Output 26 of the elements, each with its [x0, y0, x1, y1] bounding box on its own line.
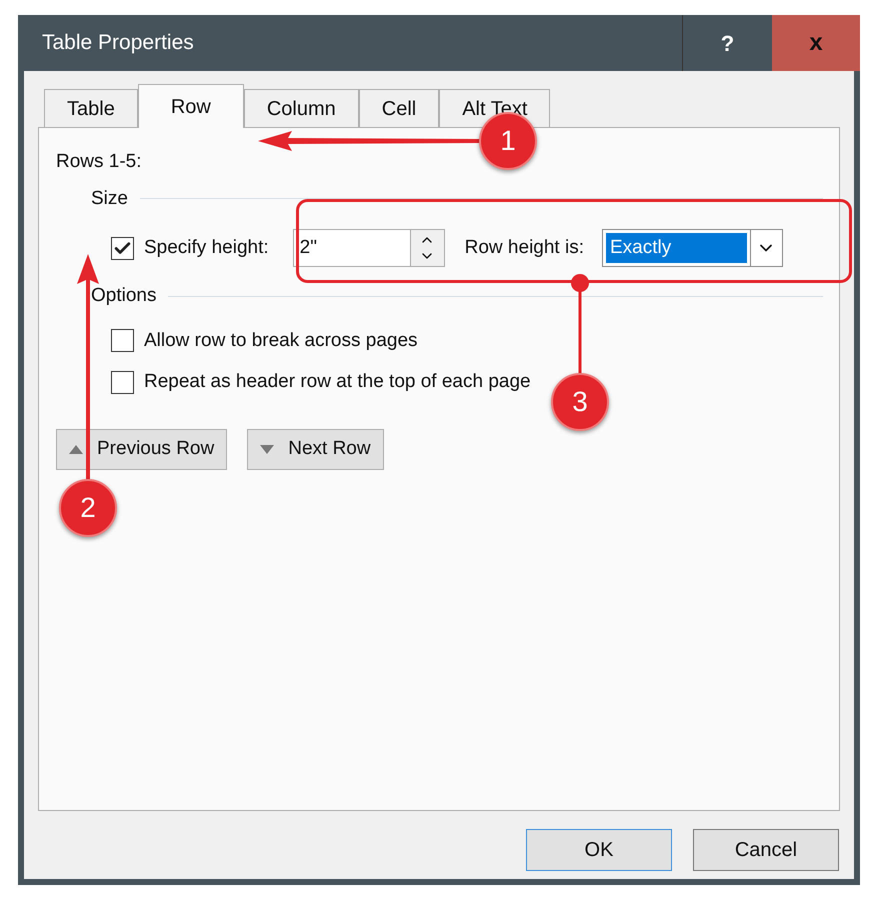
- dropdown-value: Exactly: [606, 233, 747, 263]
- nav-button[interactable]: Next Row: [247, 428, 384, 470]
- tab[interactable]: Row: [138, 84, 244, 128]
- tab[interactable]: Cell: [358, 89, 440, 127]
- group-title: Options: [91, 284, 156, 308]
- checkbox[interactable]: [111, 329, 134, 352]
- group-title: Size: [91, 186, 128, 210]
- tab[interactable]: Column: [244, 89, 359, 127]
- checkbox-label: Allow row to break across pages: [144, 328, 418, 352]
- nav-button[interactable]: Previous Row: [56, 428, 228, 470]
- up-triangle-icon: [69, 444, 83, 454]
- checkbox-label: Repeat as header row at the top of each page: [144, 370, 531, 394]
- height-field[interactable]: 2": [292, 229, 411, 267]
- rows-heading: Rows 1-5:: [56, 150, 143, 174]
- down-triangle-icon: [260, 444, 274, 454]
- window-title: Table Properties: [41, 30, 195, 56]
- checkbox[interactable]: [111, 236, 134, 260]
- dialog-button[interactable]: OK: [526, 829, 672, 871]
- checkbox-label: Specify height:: [144, 236, 269, 260]
- field-label: Row height is:: [464, 236, 584, 260]
- tab[interactable]: Table: [44, 89, 138, 127]
- checkbox[interactable]: [111, 370, 134, 394]
- close-button[interactable]: x: [772, 15, 860, 71]
- dialog-button[interactable]: Cancel: [693, 829, 839, 871]
- spin-buttons[interactable]: [410, 229, 445, 267]
- row-height-dropdown[interactable]: Exactly: [602, 229, 783, 267]
